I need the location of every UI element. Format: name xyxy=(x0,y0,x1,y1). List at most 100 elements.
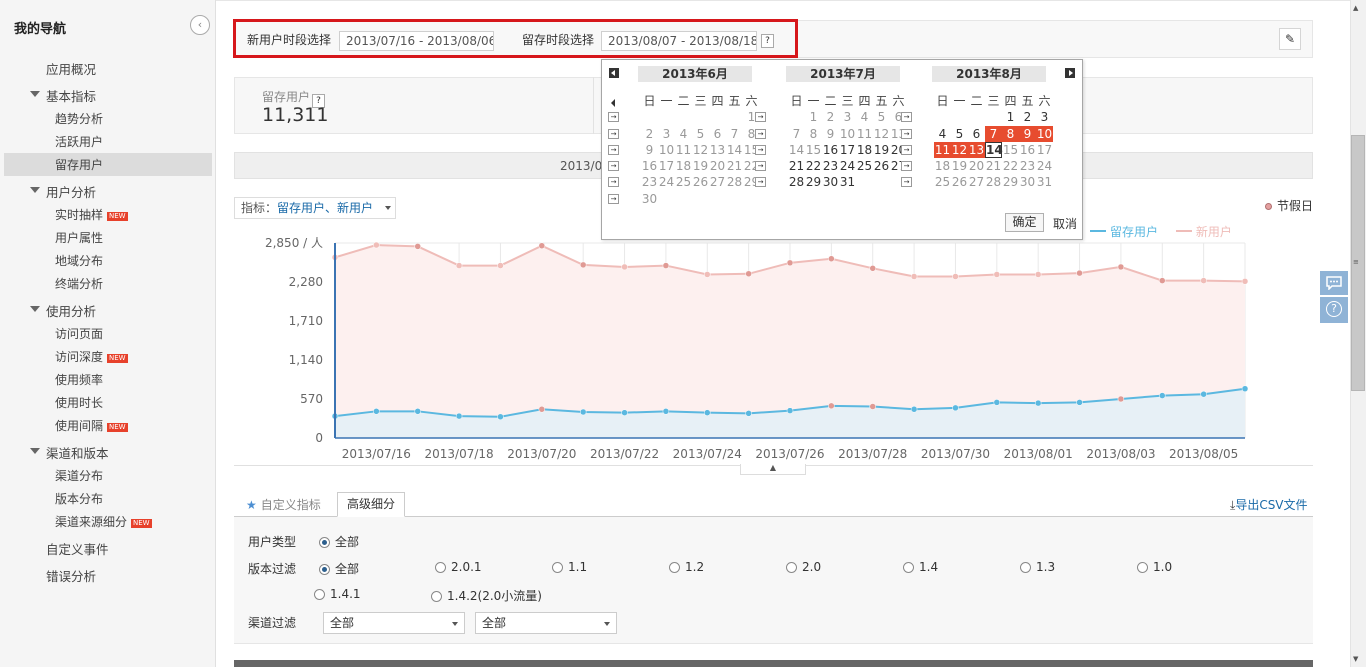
calendar-day[interactable]: 16 xyxy=(822,142,839,158)
sidebar-item[interactable]: 访问页面 xyxy=(55,325,103,342)
data-point[interactable] xyxy=(1034,399,1042,407)
select-week-icon[interactable]: → xyxy=(608,144,619,155)
version-radio[interactable]: 2.0 xyxy=(786,560,821,574)
calendar-day[interactable]: 12 xyxy=(692,142,709,158)
select-week-icon[interactable]: → xyxy=(901,177,912,188)
calendar-day[interactable]: 21 xyxy=(985,158,1002,174)
pin-icon[interactable]: ✎ xyxy=(1279,28,1301,50)
calendar-day[interactable]: 12 xyxy=(873,126,890,142)
select-week-icon[interactable]: → xyxy=(608,193,619,204)
tab-custom-metrics[interactable]: ★ 自定义指标 xyxy=(246,496,321,513)
new-user-range-input[interactable]: 2013/07/16 - 2013/08/06 xyxy=(339,31,494,51)
user-type-radio[interactable]: 全部 xyxy=(319,533,359,550)
sidebar-item[interactable]: 版本分布 xyxy=(55,490,103,507)
data-point[interactable] xyxy=(952,404,959,412)
calendar-day[interactable]: 2 xyxy=(1019,109,1036,125)
data-point[interactable] xyxy=(1159,392,1166,399)
sidebar-item[interactable]: 用户属性 xyxy=(55,229,103,246)
data-point[interactable] xyxy=(1076,399,1083,406)
calendar-day[interactable]: 5 xyxy=(692,126,709,142)
calendar-day[interactable]: 30 xyxy=(822,174,839,190)
calendar-day[interactable]: 10 xyxy=(658,142,675,158)
calendar-day[interactable]: 24 xyxy=(839,158,856,174)
calendar-day[interactable]: 22 xyxy=(1002,158,1019,174)
calendar-day[interactable]: 17 xyxy=(1036,142,1053,158)
data-point[interactable] xyxy=(538,242,546,249)
calendar-day[interactable]: 11 xyxy=(675,142,692,158)
calendar-day[interactable]: 27 xyxy=(968,174,985,190)
data-point[interactable] xyxy=(579,408,587,416)
sidebar-item[interactable]: 终端分析 xyxy=(55,275,103,292)
data-point[interactable] xyxy=(621,263,628,271)
channel-select-2[interactable]: 全部 xyxy=(475,612,617,634)
help-icon[interactable]: ? xyxy=(761,34,774,48)
data-point[interactable] xyxy=(455,262,463,269)
select-week-icon[interactable]: → xyxy=(608,177,619,188)
calendar-day[interactable]: 25 xyxy=(856,158,873,174)
sidebar-item[interactable]: 活跃用户 xyxy=(55,133,103,150)
calendar-day[interactable]: 19 xyxy=(873,142,890,158)
data-point[interactable] xyxy=(662,262,670,269)
calendar-day[interactable]: 18 xyxy=(856,142,873,158)
sidebar-item[interactable]: 趋势分析 xyxy=(55,110,103,127)
export-csv-link[interactable]: ⤓导出CSV文件 xyxy=(1230,496,1308,513)
calendar-day[interactable]: 18 xyxy=(934,158,951,174)
calendar-day[interactable]: 7 xyxy=(985,125,1002,142)
sidebar-item[interactable]: 错误分析 xyxy=(46,566,96,585)
calendar-day[interactable]: 26 xyxy=(951,174,968,190)
calendar-day[interactable]: 27 xyxy=(709,174,726,190)
data-point[interactable] xyxy=(828,402,835,410)
sidebar-item[interactable]: 使用时长 xyxy=(55,394,103,411)
scroll-down-icon[interactable]: ▼ xyxy=(1353,655,1358,663)
calendar-day[interactable]: 25 xyxy=(934,174,951,190)
calendar-day[interactable]: 26 xyxy=(692,174,709,190)
data-point[interactable] xyxy=(745,270,752,278)
calendar-day[interactable]: 18 xyxy=(675,158,692,174)
data-point[interactable] xyxy=(1200,390,1207,398)
calendar-day[interactable]: 26 xyxy=(873,158,890,174)
data-point[interactable] xyxy=(1241,385,1249,392)
sidebar-item[interactable]: 实时抽样 NEW xyxy=(55,206,128,223)
data-point[interactable] xyxy=(828,255,835,262)
calendar-day[interactable]: 4 xyxy=(934,126,951,142)
calendar-day[interactable]: 6 xyxy=(968,126,985,142)
data-point[interactable] xyxy=(1241,278,1249,285)
calendar-day[interactable]: 12 xyxy=(951,141,968,158)
data-point[interactable] xyxy=(497,262,504,269)
calendar-day[interactable]: 17 xyxy=(839,142,856,158)
calendar-ok-button[interactable]: 确定 xyxy=(1005,213,1044,232)
calendar-day[interactable]: 7 xyxy=(788,126,805,142)
calendar-day[interactable]: 17 xyxy=(658,158,675,174)
calendar-day[interactable]: 28 xyxy=(726,174,743,190)
calendar-day[interactable]: 2 xyxy=(822,109,839,125)
data-point[interactable] xyxy=(910,406,918,413)
select-week-icon[interactable]: → xyxy=(608,112,619,123)
data-point[interactable] xyxy=(869,403,876,410)
calendar-day[interactable]: 13 xyxy=(709,142,726,158)
version-radio[interactable]: 1.2 xyxy=(669,560,704,574)
data-point[interactable] xyxy=(1117,263,1125,271)
version-radio[interactable]: 全部 xyxy=(319,560,359,577)
data-point[interactable] xyxy=(414,408,421,415)
expand-triangle-icon[interactable] xyxy=(30,91,40,97)
calendar-day[interactable]: 11 xyxy=(856,126,873,142)
data-point[interactable] xyxy=(1200,277,1207,284)
sidebar-item[interactable]: 访问深度 NEW xyxy=(55,348,128,365)
version-radio[interactable]: 1.0 xyxy=(1137,560,1172,574)
calendar-day[interactable]: 10 xyxy=(1036,125,1053,142)
calendar-day[interactable]: 23 xyxy=(1019,158,1036,174)
select-week-icon[interactable]: → xyxy=(755,112,766,123)
calendar-day[interactable]: 31 xyxy=(839,174,856,190)
calendar-day[interactable]: 4 xyxy=(675,126,692,142)
version-radio[interactable]: 1.4 xyxy=(903,560,938,574)
data-point[interactable] xyxy=(621,409,628,416)
data-point[interactable] xyxy=(952,273,959,280)
calendar-day[interactable]: 21 xyxy=(788,158,805,174)
data-point[interactable] xyxy=(662,408,670,415)
data-point[interactable] xyxy=(538,406,546,413)
calendar-day[interactable]: 3 xyxy=(658,126,675,142)
data-point[interactable] xyxy=(993,271,1001,278)
sidebar-item[interactable]: 使用频率 xyxy=(55,371,103,388)
data-point[interactable] xyxy=(1117,395,1125,403)
calendar-day[interactable]: 2 xyxy=(641,126,658,142)
